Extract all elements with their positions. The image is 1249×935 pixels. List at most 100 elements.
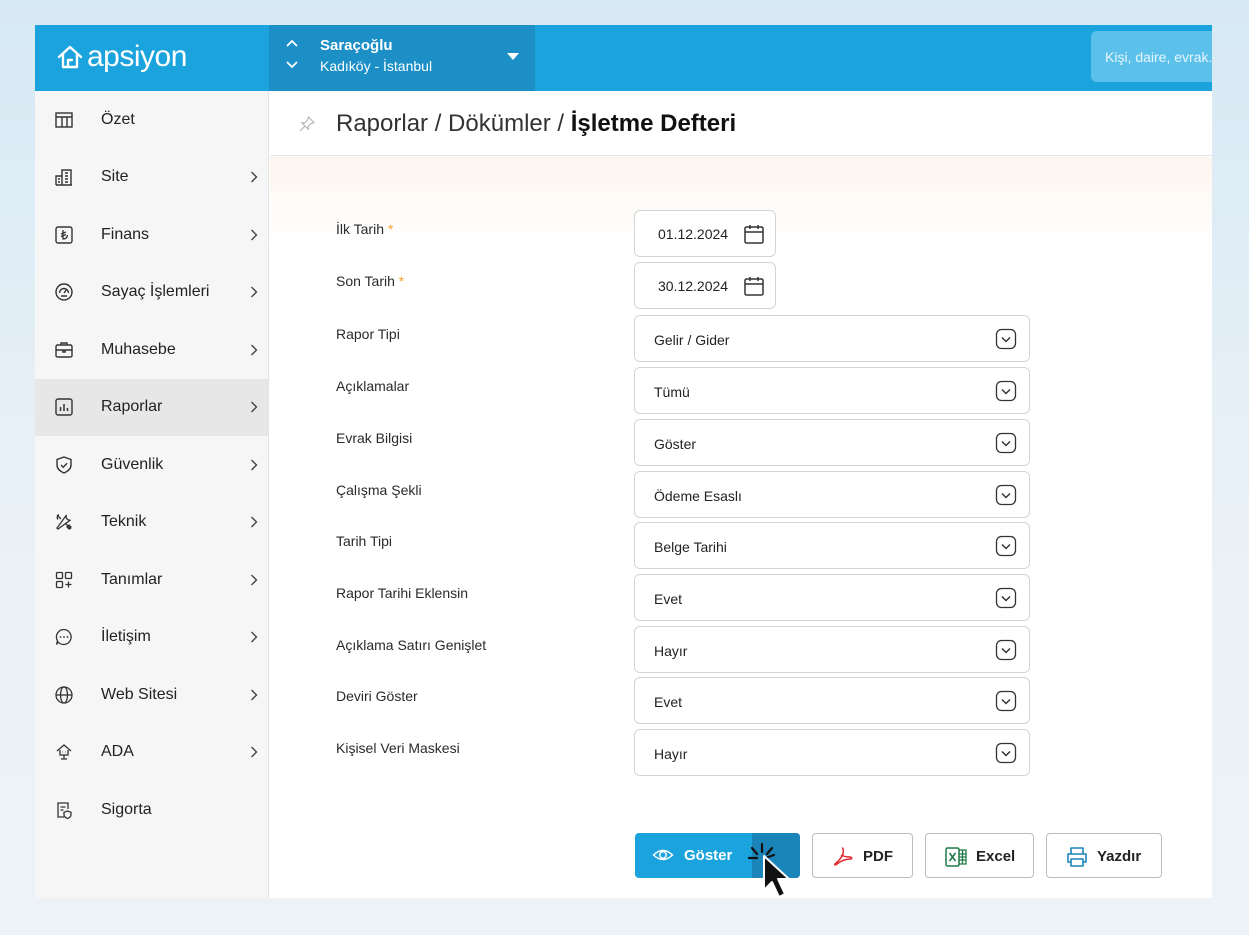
sidebar-item-iletisim[interactable]: İletişim <box>35 609 268 667</box>
chevron-up-icon[interactable] <box>285 37 299 51</box>
chevron-down-icon <box>995 639 1017 661</box>
chevron-down-icon <box>995 587 1017 609</box>
expand-description-label: Açıklama Satırı Genişlet <box>336 637 487 653</box>
sidebar-item-guvenlik[interactable]: Güvenlik <box>35 436 268 494</box>
end-date-field[interactable]: 30.12.2024 <box>634 262 776 309</box>
sidebar-item-site[interactable]: Site <box>35 149 268 207</box>
add-report-date-label: Rapor Tarihi Eklensin <box>336 585 469 601</box>
personal-data-mask-select[interactable]: Hayır <box>634 729 1030 776</box>
pin-icon[interactable] <box>298 115 316 133</box>
chevron-down-icon <box>995 380 1017 402</box>
excel-button[interactable]: Excel <box>925 833 1034 878</box>
sidebar-item-label: Finans <box>101 225 150 243</box>
add-report-date-select[interactable]: Evet <box>634 574 1030 621</box>
sidebar-item-ozet[interactable]: Özet <box>35 91 268 149</box>
end-date-value: 30.12.2024 <box>658 278 729 294</box>
sidebar-item-label: Tanımlar <box>101 570 163 588</box>
end-date-label-text: Son Tarih <box>336 273 395 289</box>
sidebar-item-label: Güvenlik <box>101 455 164 473</box>
tools-icon <box>54 512 74 532</box>
dashboard-icon <box>54 110 74 130</box>
chevron-right-icon <box>251 746 258 758</box>
caret-down-icon[interactable] <box>507 53 519 60</box>
page-header: Raporlar / Dökümler / İşletme Defteri <box>270 91 1212 156</box>
document-info-label: Evrak Bilgisi <box>336 430 413 446</box>
start-date-value: 01.12.2024 <box>658 226 729 242</box>
sidebar-item-label: Özet <box>101 110 135 128</box>
sidebar: Özet Site Finans Sayaç İşlemleri Muhaseb… <box>35 91 269 898</box>
descriptions-select[interactable]: Tümü <box>634 367 1030 414</box>
chevron-down-icon <box>995 432 1017 454</box>
chevron-right-icon <box>251 689 258 701</box>
document-info-select[interactable]: Göster <box>634 419 1030 466</box>
brand-logo[interactable]: apsiyon <box>55 39 187 75</box>
chevron-down-icon <box>995 535 1017 557</box>
expand-description-select[interactable]: Hayır <box>634 626 1030 673</box>
sidebar-item-label: Raporlar <box>101 398 163 416</box>
show-carryover-select[interactable]: Evet <box>634 677 1030 724</box>
show-options-toggle[interactable] <box>752 833 800 878</box>
select-value: Ödeme Esaslı <box>654 488 742 504</box>
top-bar: apsiyon Saraçoğlu Kadıköy - İstanbul <box>35 25 1212 91</box>
date-type-label: Tarih Tipi <box>336 533 393 549</box>
printer-icon <box>1067 847 1087 867</box>
start-date-label-text: İlk Tarih <box>336 221 384 237</box>
report-type-select[interactable]: Gelir / Gider <box>634 315 1030 362</box>
date-type-select[interactable]: Belge Tarihi <box>634 522 1030 569</box>
sidebar-item-label: Site <box>101 168 129 186</box>
select-value: Belge Tarihi <box>654 539 727 555</box>
chevron-down-icon <box>995 328 1017 350</box>
sidebar-item-muhasebe[interactable]: Muhasebe <box>35 321 268 379</box>
select-value: Hayır <box>654 643 688 659</box>
chevron-down-icon[interactable] <box>285 57 299 71</box>
sidebar-item-sayac-islemleri[interactable]: Sayaç İşlemleri <box>35 264 268 322</box>
gauge-icon <box>54 282 74 302</box>
sidebar-item-teknik[interactable]: Teknik <box>35 494 268 552</box>
site-name: Saraçoğlu <box>320 37 393 54</box>
sidebar-item-web-sitesi[interactable]: Web Sitesi <box>35 666 268 724</box>
report-chart-icon <box>54 397 74 417</box>
chevron-down-icon <box>995 690 1017 712</box>
sidebar-item-label: ADA <box>101 743 134 761</box>
chevron-right-icon <box>251 171 258 183</box>
sidebar-item-label: Sayaç İşlemleri <box>101 283 210 301</box>
sidebar-item-sigorta[interactable]: Sigorta <box>35 781 268 839</box>
calendar-icon[interactable] <box>743 275 765 297</box>
pdf-button-label: PDF <box>863 848 893 865</box>
page-title: İşletme Defteri <box>570 110 737 137</box>
select-value: Evet <box>654 694 683 710</box>
chevron-down-icon <box>995 484 1017 506</box>
site-switch-arrows[interactable] <box>285 37 301 77</box>
show-carryover-label: Deviri Göster <box>336 688 418 704</box>
sidebar-item-raporlar[interactable]: Raporlar <box>35 378 268 436</box>
pdf-button[interactable]: PDF <box>812 833 913 878</box>
excel-button-label: Excel <box>976 848 1016 865</box>
sidebar-item-label: Sigorta <box>101 800 152 818</box>
breadcrumb: Raporlar / Dökümler / İşletme Defteri <box>336 110 736 138</box>
show-button[interactable]: Göster <box>635 833 800 878</box>
calendar-icon[interactable] <box>743 223 765 245</box>
chevron-right-icon <box>251 459 258 471</box>
working-mode-label: Çalışma Şekli <box>336 482 422 498</box>
chevron-right-icon <box>251 344 258 356</box>
start-date-field[interactable]: 01.12.2024 <box>634 210 776 257</box>
end-date-label: Son Tarih * <box>336 273 404 289</box>
report-form: İlk Tarih * 01.12.2024 Son Tarih * 30.12… <box>270 157 1212 898</box>
breadcrumb-path[interactable]: Raporlar / Dökümler / <box>336 110 571 137</box>
grid-plus-icon <box>54 570 74 590</box>
sidebar-item-ada[interactable]: ADA <box>35 724 268 782</box>
working-mode-select[interactable]: Ödeme Esaslı <box>634 471 1030 518</box>
select-value: Evet <box>654 591 683 607</box>
sidebar-item-finans[interactable]: Finans <box>35 206 268 264</box>
home-logo-icon <box>57 45 83 69</box>
ai-assistant-icon <box>54 742 74 762</box>
sidebar-item-tanimlar[interactable]: Tanımlar <box>35 551 268 609</box>
personal-data-mask-label: Kişisel Veri Maskesi <box>336 740 460 756</box>
print-button[interactable]: Yazdır <box>1046 833 1162 878</box>
select-value: Hayır <box>654 746 688 762</box>
search-input[interactable] <box>1091 31 1212 82</box>
descriptions-label: Açıklamalar <box>336 378 410 394</box>
eye-icon <box>652 849 674 861</box>
globe-icon <box>54 685 74 705</box>
site-switcher[interactable]: Saraçoğlu Kadıköy - İstanbul <box>269 25 535 91</box>
